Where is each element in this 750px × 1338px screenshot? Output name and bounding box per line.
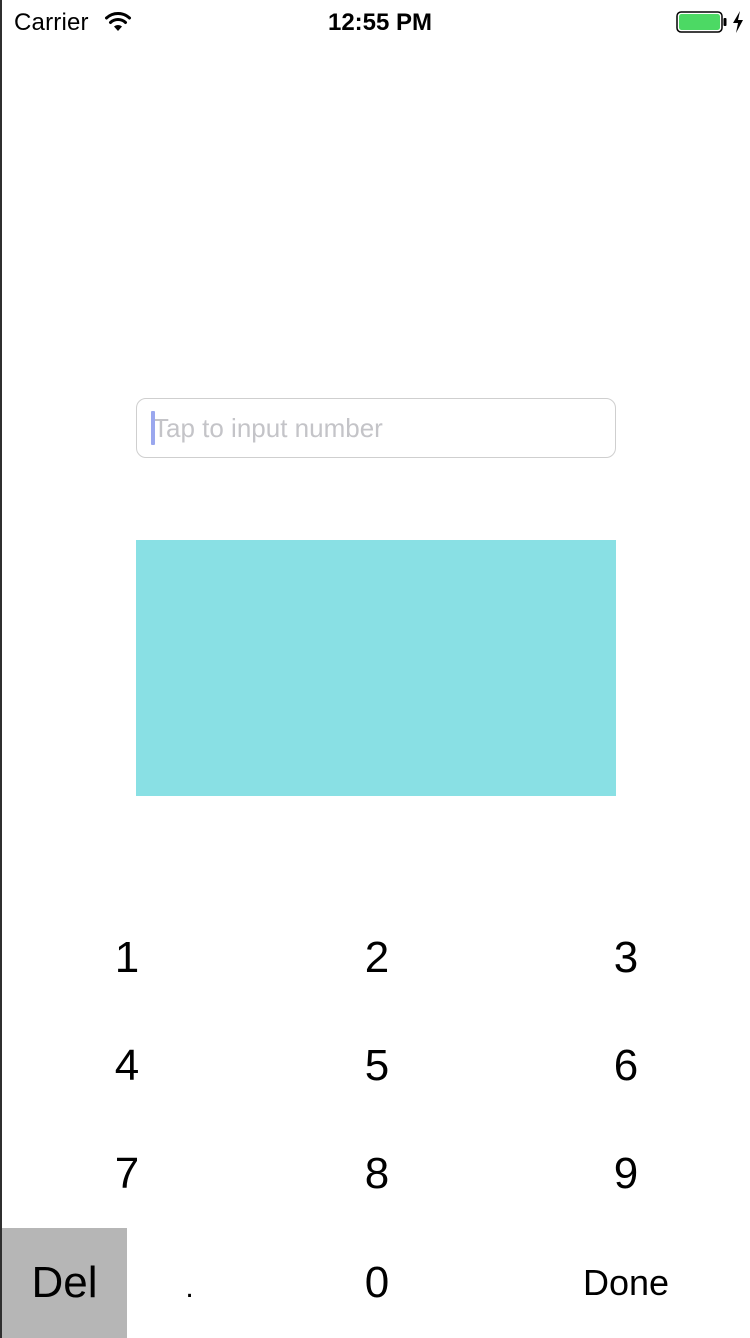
number-input[interactable]: Tap to input number <box>136 398 616 458</box>
charging-bolt-icon <box>733 11 743 33</box>
decimal-point-key[interactable]: . <box>127 1228 252 1338</box>
key-6[interactable]: 6 <box>502 1012 750 1120</box>
numeric-keypad: 1 2 3 4 5 6 7 8 9 Del . 0 Done <box>2 904 750 1338</box>
battery-icon <box>676 11 727 33</box>
status-bar: Carrier 12:55 PM <box>2 0 750 44</box>
key-8[interactable]: 8 <box>252 1120 502 1228</box>
key-3[interactable]: 3 <box>502 904 750 1012</box>
delete-key[interactable]: Del <box>2 1228 127 1338</box>
done-key[interactable]: Done <box>502 1228 750 1338</box>
color-box <box>136 540 616 796</box>
key-1[interactable]: 1 <box>2 904 252 1012</box>
app-screen: Carrier 12:55 PM Tap to input number 1 2… <box>0 0 750 1338</box>
status-time: 12:55 PM <box>327 9 433 36</box>
key-5[interactable]: 5 <box>252 1012 502 1120</box>
key-4[interactable]: 4 <box>2 1012 252 1120</box>
key-2[interactable]: 2 <box>252 904 502 1012</box>
key-9[interactable]: 9 <box>502 1120 750 1228</box>
key-0[interactable]: 0 <box>252 1228 502 1338</box>
text-cursor <box>151 411 155 445</box>
number-input-placeholder: Tap to input number <box>153 413 383 443</box>
key-7[interactable]: 7 <box>2 1120 252 1228</box>
